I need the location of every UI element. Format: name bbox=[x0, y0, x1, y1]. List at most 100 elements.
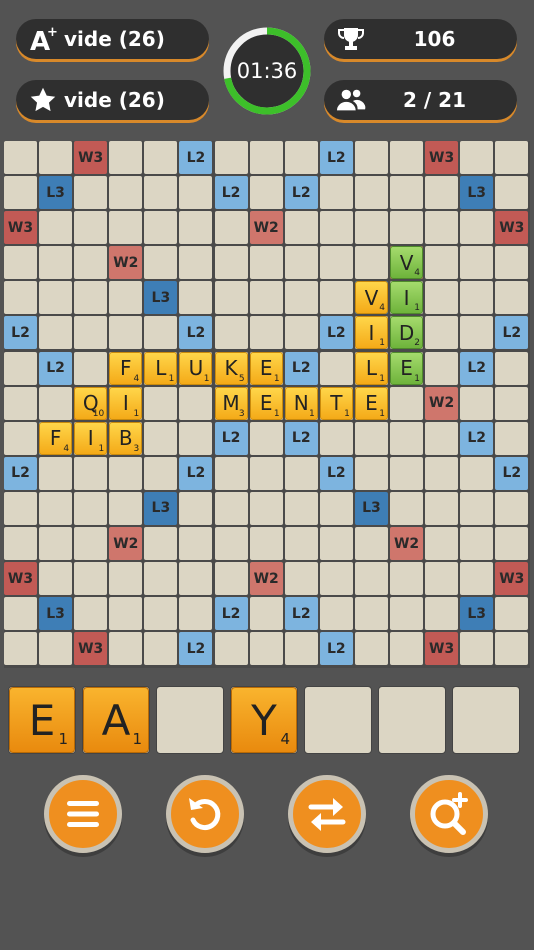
board-square[interactable] bbox=[39, 246, 73, 280]
premium-square-l2[interactable]: L2 bbox=[39, 351, 73, 385]
board-square[interactable] bbox=[354, 632, 388, 666]
board-square[interactable] bbox=[319, 597, 353, 631]
board-square[interactable] bbox=[109, 597, 143, 631]
rack-tile[interactable]: A1 bbox=[83, 687, 149, 753]
premium-square-w2[interactable]: W2 bbox=[425, 386, 459, 420]
board-square[interactable] bbox=[39, 316, 73, 350]
board-square[interactable] bbox=[460, 141, 494, 174]
board-square[interactable] bbox=[214, 211, 248, 245]
board-square[interactable] bbox=[390, 141, 424, 174]
board-square[interactable] bbox=[214, 456, 248, 490]
board-square[interactable]: E1 bbox=[390, 351, 424, 385]
premium-square-l2[interactable]: L2 bbox=[214, 176, 248, 210]
board-square[interactable] bbox=[460, 562, 494, 596]
board-square[interactable] bbox=[390, 456, 424, 490]
board-square[interactable]: E1 bbox=[249, 351, 283, 385]
board-square[interactable] bbox=[74, 246, 108, 280]
board-square[interactable] bbox=[4, 491, 37, 525]
board-square[interactable] bbox=[460, 386, 494, 420]
board-square[interactable] bbox=[425, 527, 459, 561]
premium-square-l2[interactable]: L2F4 bbox=[39, 421, 73, 455]
board-square[interactable] bbox=[109, 562, 143, 596]
board-square[interactable] bbox=[460, 211, 494, 245]
premium-square-l3[interactable]: L3 bbox=[39, 176, 73, 210]
premium-square-l3[interactable]: L3V4 bbox=[354, 281, 388, 315]
board-square[interactable] bbox=[284, 527, 318, 561]
premium-square-l2[interactable]: L2 bbox=[179, 141, 213, 174]
board-square[interactable] bbox=[319, 351, 353, 385]
board-square[interactable] bbox=[249, 281, 283, 315]
premium-square-l3[interactable]: L3 bbox=[354, 491, 388, 525]
board-square[interactable] bbox=[495, 281, 529, 315]
premium-square-l3[interactable]: L3 bbox=[460, 176, 494, 210]
board-square[interactable] bbox=[319, 562, 353, 596]
board-square[interactable] bbox=[144, 421, 178, 455]
board-square[interactable] bbox=[4, 351, 37, 385]
premium-square-w2[interactable]: W2 bbox=[249, 211, 283, 245]
board-square[interactable] bbox=[39, 527, 73, 561]
premium-square-l3[interactable]: L3 bbox=[460, 597, 494, 631]
board-square[interactable]: I1 bbox=[390, 281, 424, 315]
swap-button[interactable] bbox=[288, 775, 366, 853]
board-square[interactable] bbox=[144, 176, 178, 210]
board-square[interactable] bbox=[249, 632, 283, 666]
board-square[interactable]: M3 bbox=[214, 386, 248, 420]
premium-square-w3[interactable]: W3 bbox=[425, 632, 459, 666]
premium-square-l2[interactable]: L2 bbox=[319, 632, 353, 666]
board-square[interactable] bbox=[390, 211, 424, 245]
board-square[interactable] bbox=[495, 176, 529, 210]
board-square[interactable] bbox=[214, 562, 248, 596]
board-square[interactable] bbox=[354, 527, 388, 561]
board-square[interactable] bbox=[179, 176, 213, 210]
board-square[interactable] bbox=[319, 491, 353, 525]
board-square[interactable] bbox=[425, 421, 459, 455]
premium-square-w3[interactable]: W3 bbox=[74, 632, 108, 666]
rack-slot[interactable] bbox=[304, 686, 372, 754]
board-square[interactable] bbox=[425, 351, 459, 385]
board-square[interactable]: E1 bbox=[354, 386, 388, 420]
premium-square-l2[interactable]: L2 bbox=[319, 141, 353, 174]
board-square[interactable] bbox=[179, 246, 213, 280]
rack-slot[interactable]: A1 bbox=[82, 686, 150, 754]
board-square[interactable] bbox=[4, 421, 37, 455]
board-square[interactable] bbox=[495, 491, 529, 525]
board-square[interactable] bbox=[425, 456, 459, 490]
board-square[interactable] bbox=[4, 141, 37, 174]
board-square[interactable] bbox=[390, 597, 424, 631]
board-square[interactable] bbox=[214, 246, 248, 280]
board-square[interactable] bbox=[109, 456, 143, 490]
board-square[interactable] bbox=[460, 316, 494, 350]
board-square[interactable] bbox=[144, 211, 178, 245]
board-square[interactable] bbox=[74, 316, 108, 350]
search-words-button[interactable] bbox=[410, 775, 488, 853]
board-square[interactable] bbox=[179, 491, 213, 525]
board-square[interactable] bbox=[214, 632, 248, 666]
board-square[interactable] bbox=[4, 281, 37, 315]
board-square[interactable] bbox=[39, 456, 73, 490]
board-square[interactable] bbox=[39, 632, 73, 666]
board-square[interactable] bbox=[179, 562, 213, 596]
premium-square-l2[interactable]: L2 bbox=[284, 597, 318, 631]
premium-square-l3[interactable]: L3 bbox=[39, 597, 73, 631]
board-square[interactable] bbox=[284, 316, 318, 350]
premium-square-l2[interactable]: L2 bbox=[179, 316, 213, 350]
board-square[interactable] bbox=[179, 597, 213, 631]
board-square[interactable] bbox=[179, 527, 213, 561]
board-square[interactable] bbox=[495, 141, 529, 174]
board-square[interactable] bbox=[425, 176, 459, 210]
board-square[interactable] bbox=[74, 562, 108, 596]
board-square[interactable] bbox=[214, 316, 248, 350]
board-square[interactable] bbox=[109, 632, 143, 666]
premium-square-l2[interactable]: L2 bbox=[284, 421, 318, 455]
board-square[interactable] bbox=[284, 632, 318, 666]
board-square[interactable] bbox=[354, 176, 388, 210]
board-square[interactable] bbox=[495, 386, 529, 420]
board-square[interactable] bbox=[74, 211, 108, 245]
board-square[interactable] bbox=[249, 491, 283, 525]
premium-square-w3[interactable]: W3 bbox=[74, 141, 108, 174]
board-square[interactable] bbox=[249, 141, 283, 174]
premium-square-w2[interactable]: W2Q10 bbox=[74, 386, 108, 420]
board-square[interactable] bbox=[249, 246, 283, 280]
board-square[interactable] bbox=[425, 316, 459, 350]
board-square[interactable] bbox=[214, 141, 248, 174]
